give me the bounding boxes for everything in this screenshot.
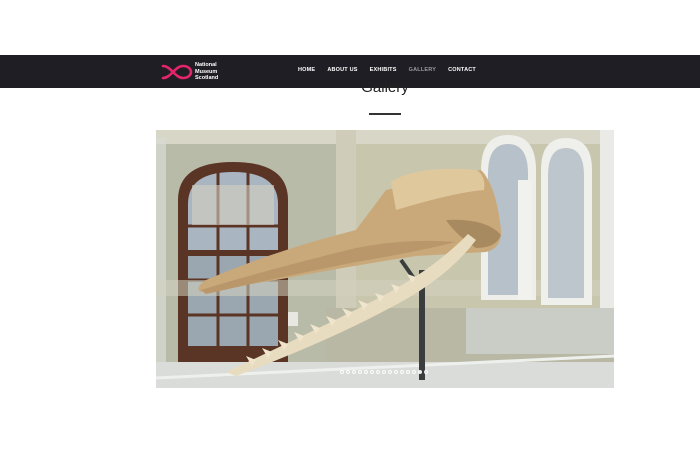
nav-gallery[interactable]: GALLERY <box>409 67 436 73</box>
slider-dot[interactable] <box>370 370 374 374</box>
slider-dot[interactable] <box>346 370 350 374</box>
slider-dot[interactable] <box>400 370 404 374</box>
nav-contact[interactable]: CONTACT <box>448 67 476 73</box>
title-divider <box>369 113 401 115</box>
logo-line-1: National <box>195 62 217 68</box>
slider-dot[interactable] <box>406 370 410 374</box>
slider-dot[interactable] <box>382 370 386 374</box>
page-title: Gallery <box>361 79 409 96</box>
nav-about-us[interactable]: ABOUT US <box>327 67 357 73</box>
nav-home[interactable]: HOME <box>298 67 315 73</box>
slider-dot[interactable] <box>352 370 356 374</box>
slider-dot[interactable] <box>364 370 368 374</box>
slide-image <box>156 130 614 388</box>
slider-dot[interactable] <box>394 370 398 374</box>
slider-dot[interactable] <box>424 370 428 374</box>
slider-dot[interactable] <box>358 370 362 374</box>
slider-dot[interactable] <box>418 370 422 374</box>
slider-dots <box>340 370 428 374</box>
slider-dot[interactable] <box>376 370 380 374</box>
nav-exhibits[interactable]: EXHIBITS <box>370 67 397 73</box>
slider-dot[interactable] <box>340 370 344 374</box>
main-nav: HOME ABOUT US EXHIBITS GALLERY CONTACT <box>298 67 488 73</box>
slider-dot[interactable] <box>388 370 392 374</box>
slider-dot[interactable] <box>412 370 416 374</box>
gallery-slider[interactable] <box>156 130 614 388</box>
